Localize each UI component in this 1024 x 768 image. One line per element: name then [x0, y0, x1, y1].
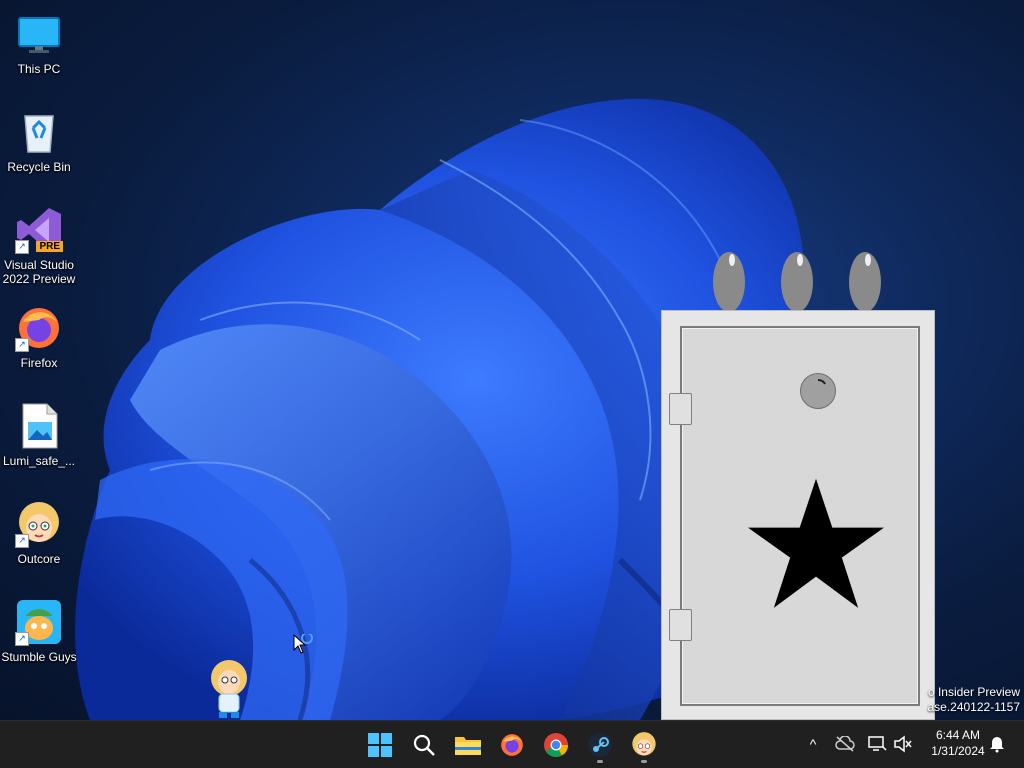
desktop-icon-label: Lumi_safe_... — [2, 454, 76, 468]
firefox-icon: ↗ — [15, 304, 63, 352]
desktop-icon-recycle-bin[interactable]: Recycle Bin — [0, 100, 78, 190]
shortcut-arrow-icon: ↗ — [15, 338, 29, 352]
safe-hinge-top — [669, 393, 692, 425]
network-tray-button[interactable] — [866, 733, 888, 755]
steam-taskbar-button[interactable] — [580, 725, 620, 765]
firefox-taskbar-button[interactable] — [492, 725, 532, 765]
desktop[interactable]: This PC Recycle Bin PRE ↗ Visual Studio … — [0, 0, 1024, 720]
desktop-icon-firefox[interactable]: ↗ Firefox — [0, 296, 78, 386]
taskbar: ^ 6:44 AM 1/31/2024 — [0, 720, 1024, 768]
shortcut-arrow-icon: ↗ — [15, 534, 29, 548]
safe-door[interactable] — [680, 326, 920, 706]
desktop-icon-label: Firefox — [20, 356, 58, 370]
outcore-taskbar-button[interactable] — [624, 725, 664, 765]
cloud-offline-icon — [835, 736, 855, 752]
search-button[interactable] — [404, 725, 444, 765]
folder-icon — [455, 737, 481, 755]
onedrive-tray-button[interactable] — [834, 733, 856, 755]
clock[interactable]: 6:44 AM 1/31/2024 — [920, 727, 996, 759]
notifications-button[interactable] — [986, 733, 1008, 755]
volume-muted-icon — [894, 735, 912, 753]
desktop-icon-outcore[interactable]: ↗ Outcore — [0, 492, 78, 582]
clock-time: 6:44 AM — [935, 728, 981, 742]
desktop-icon-label: Stumble Guys — [1, 650, 77, 664]
safe-hinge-bottom — [669, 609, 692, 641]
egg-icon — [849, 252, 881, 310]
mouse-cursor-icon — [293, 634, 313, 654]
insider-preview-watermark: o Insider Preview ase.240122-1157 — [927, 685, 1020, 715]
chrome-taskbar-button[interactable] — [536, 725, 576, 765]
desktop-icon-label: Outcore — [17, 552, 61, 566]
visual-studio-icon: PRE ↗ — [15, 206, 63, 254]
clock-date: 1/31/2024 — [931, 744, 985, 758]
egg-icon — [713, 252, 745, 310]
star-icon — [748, 478, 884, 608]
watermark-line1: o Insider Preview — [927, 685, 1020, 699]
outcore-icon: ↗ — [15, 500, 63, 548]
monitor-icon — [15, 10, 63, 58]
desktop-pet-character[interactable] — [205, 658, 255, 720]
running-indicator — [597, 760, 603, 763]
recycle-bin-icon — [15, 108, 63, 156]
image-file-icon — [15, 402, 63, 450]
start-button[interactable] — [360, 725, 400, 765]
desktop-icon-visual-studio[interactable]: PRE ↗ Visual Studio 2022 Preview — [0, 198, 78, 288]
notification-bell-icon — [990, 735, 1006, 753]
chrome-icon — [544, 733, 568, 758]
desktop-icon-label: This PC — [17, 62, 61, 76]
watermark-line2: ase.240122-1157 — [927, 700, 1020, 714]
desktop-icon-lumi-safe[interactable]: Lumi_safe_... — [0, 394, 78, 484]
shortcut-arrow-icon: ↗ — [15, 632, 29, 646]
file-explorer-button[interactable] — [448, 725, 488, 765]
desktop-icon-this-pc[interactable]: This PC — [0, 2, 78, 92]
stumble-guys-icon: ↗ — [15, 598, 63, 646]
firefox-icon — [501, 734, 523, 756]
desktop-icon-stumble-guys[interactable]: ↗ Stumble Guys — [0, 590, 78, 680]
desktop-icon-label: Recycle Bin — [7, 160, 71, 174]
chevron-up-icon: ^ — [809, 736, 817, 752]
steam-icon — [588, 733, 612, 757]
pre-badge: PRE — [36, 241, 63, 252]
running-indicator — [641, 760, 647, 763]
egg-icon — [781, 252, 813, 310]
safe-body[interactable] — [661, 310, 935, 720]
network-icon — [868, 736, 887, 751]
safe-knob[interactable] — [800, 373, 836, 409]
outcore-icon — [632, 732, 656, 756]
shortcut-arrow-icon: ↗ — [15, 240, 29, 254]
show-hidden-icons-button[interactable]: ^ — [802, 733, 824, 755]
search-icon — [413, 734, 435, 756]
volume-tray-button[interactable] — [892, 733, 914, 755]
desktop-icon-label: Visual Studio 2022 Preview — [2, 258, 76, 286]
windows-logo-icon — [368, 733, 392, 757]
